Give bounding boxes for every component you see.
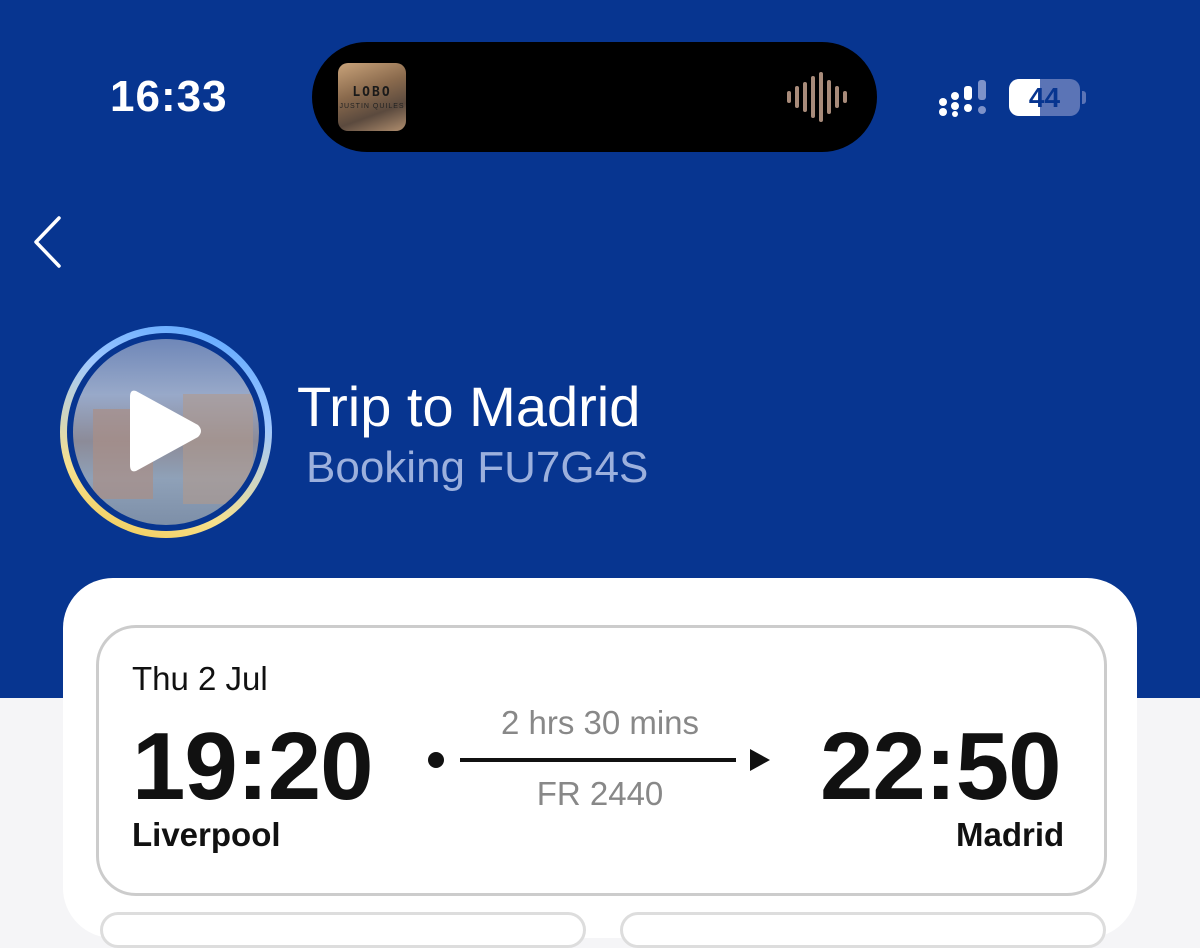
flight-date: Thu 2 Jul	[132, 660, 268, 697]
now-playing-album-art[interactable]: LOBO JUSTIN QUILES	[338, 63, 406, 131]
card-option-left[interactable]	[100, 912, 586, 948]
arrival-time: 22:50	[820, 713, 1062, 820]
play-icon[interactable]	[128, 385, 204, 477]
trip-title: Trip to Madrid	[297, 375, 641, 438]
arrival-city: Madrid	[956, 816, 1065, 853]
waveform-icon	[787, 72, 847, 122]
battery-nub	[1082, 91, 1086, 104]
booking-reference: Booking FU7G4S	[306, 443, 649, 492]
route-arrow-icon	[428, 749, 770, 771]
album-art-artist: JUSTIN QUILES	[339, 103, 405, 110]
status-time: 16:33	[110, 72, 228, 121]
flight-duration: 2 hrs 30 mins	[500, 704, 700, 741]
departure-time: 19:20	[132, 713, 374, 820]
battery-percent: 44	[1028, 82, 1061, 113]
cellular-signal-icon	[939, 80, 986, 117]
departure-city: Liverpool	[132, 816, 281, 853]
flight-number: FR 2440	[536, 775, 664, 812]
back-button[interactable]	[26, 212, 76, 272]
album-art-title: LOBO	[352, 85, 392, 100]
battery-indicator: 44	[1009, 79, 1080, 116]
chevron-left-icon	[34, 216, 61, 268]
card-option-right[interactable]	[620, 912, 1106, 948]
